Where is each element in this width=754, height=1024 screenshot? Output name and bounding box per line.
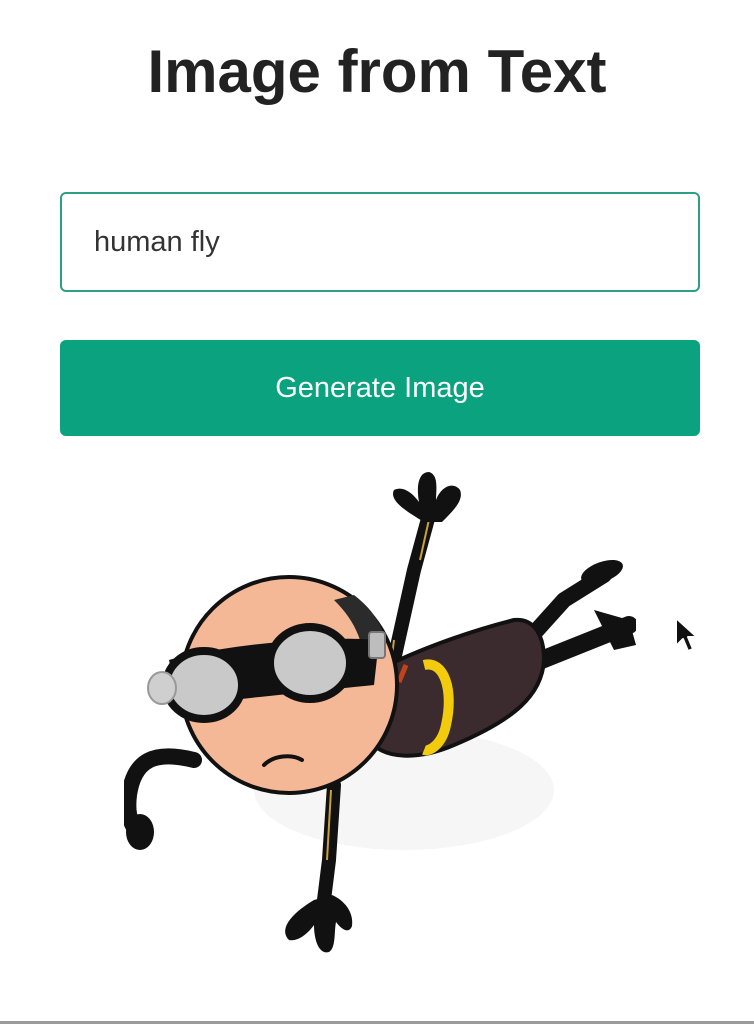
generate-image-button[interactable]: Generate Image — [60, 340, 700, 436]
generated-image-art — [124, 472, 636, 953]
generated-image — [124, 460, 636, 972]
page-title: Image from Text — [147, 38, 607, 105]
prompt-input[interactable] — [60, 192, 700, 292]
mouse-cursor-icon — [675, 617, 698, 652]
page: Image from Text Generate Image — [0, 0, 754, 1024]
